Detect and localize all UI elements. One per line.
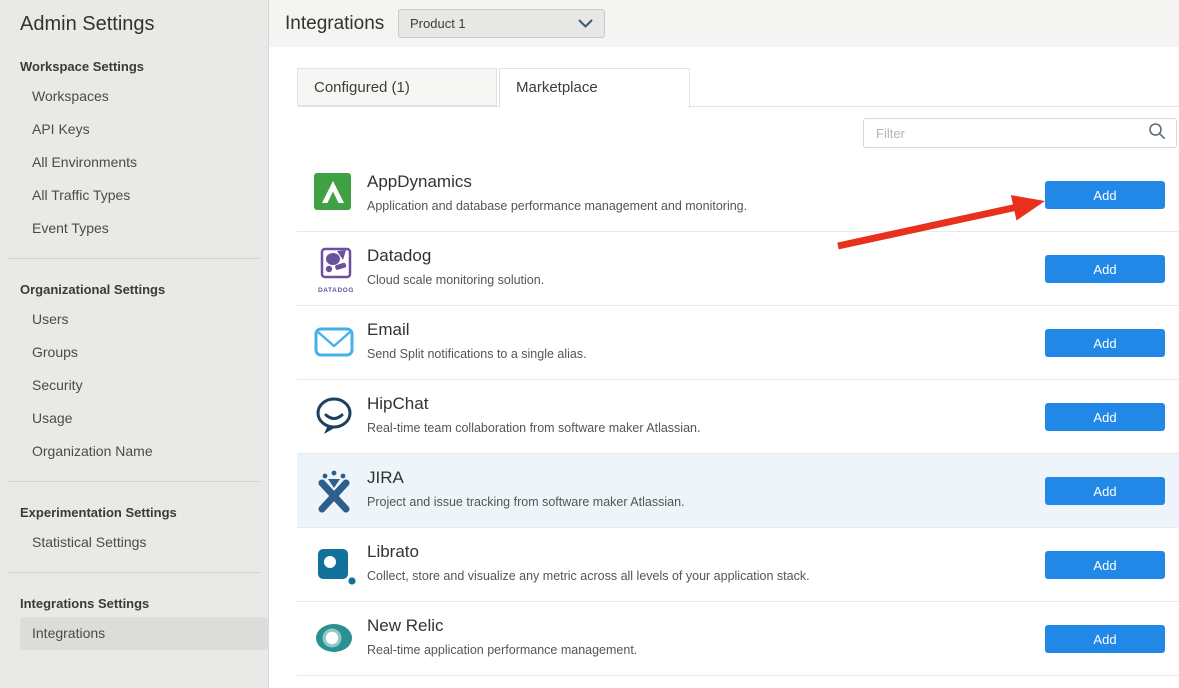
sidebar-item-event-types[interactable]: Event Types [0, 212, 268, 245]
tab-marketplace[interactable]: Marketplace [499, 68, 690, 108]
add-datadog-button[interactable]: Add [1045, 255, 1165, 283]
sidebar-item-api-keys[interactable]: API Keys [0, 113, 268, 146]
sidebar-heading-integrations-settings: Integrations Settings [20, 596, 268, 611]
sidebar-heading-organizational-settings: Organizational Settings [20, 282, 268, 297]
integration-row-hipchat: HipChat Real-time team collaboration fro… [297, 380, 1179, 454]
integration-description: Cloud scale monitoring solution. [367, 273, 544, 287]
sidebar-item-users[interactable]: Users [0, 303, 268, 336]
hipchat-bubble-icon [314, 395, 358, 441]
integration-list: AppDynamics Application and database per… [297, 158, 1179, 676]
integration-description: Real-time team collaboration from softwa… [367, 421, 700, 435]
sidebar-heading-workspace-settings: Workspace Settings [20, 59, 268, 74]
integration-row-datadog: DATADOG Datadog Cloud scale monitoring s… [297, 232, 1179, 306]
page-title: Integrations [285, 0, 384, 47]
sidebar-item-groups[interactable]: Groups [0, 336, 268, 369]
add-hipchat-button[interactable]: Add [1045, 403, 1165, 431]
sidebar-heading-experimentation-settings: Experimentation Settings [20, 505, 268, 520]
integration-name: JIRA [367, 468, 404, 488]
integration-name: Librato [367, 542, 419, 562]
sidebar-item-integrations[interactable]: Integrations [20, 617, 268, 650]
add-email-button[interactable]: Add [1045, 329, 1165, 357]
integration-description: Project and issue tracking from software… [367, 495, 685, 509]
sidebar-item-usage[interactable]: Usage [0, 402, 268, 435]
add-newrelic-button[interactable]: Add [1045, 625, 1165, 653]
integration-name: AppDynamics [367, 172, 472, 192]
filter-input[interactable] [864, 126, 1148, 141]
integration-name: Datadog [367, 246, 431, 266]
sidebar-title: Admin Settings [20, 13, 268, 36]
integration-description: Collect, store and visualize any metric … [367, 569, 810, 583]
integration-row-jira: JIRA Project and issue tracking from sof… [297, 454, 1179, 528]
sidebar-divider [8, 572, 260, 573]
sidebar-divider [8, 258, 260, 259]
filter-field-container [863, 118, 1177, 148]
datadog-wordmark: DATADOG [314, 287, 358, 294]
sidebar-item-workspaces[interactable]: Workspaces [0, 80, 268, 113]
sidebar-item-security[interactable]: Security [0, 369, 268, 402]
product-selector-value: Product 1 [410, 16, 466, 31]
integration-description: Application and database performance man… [367, 199, 747, 213]
admin-sidebar: Admin Settings Workspace Settings Worksp… [0, 0, 269, 688]
sidebar-item-all-traffic-types[interactable]: All Traffic Types [0, 179, 268, 212]
librato-icon [314, 543, 358, 589]
email-envelope-icon [314, 321, 358, 367]
integration-name: HipChat [367, 394, 428, 414]
search-icon [1148, 122, 1166, 145]
datadog-icon: DATADOG [314, 247, 358, 293]
sidebar-item-all-environments[interactable]: All Environments [0, 146, 268, 179]
integration-row-librato: Librato Collect, store and visualize any… [297, 528, 1179, 602]
product-selector-dropdown[interactable]: Product 1 [398, 9, 605, 38]
integration-row-appdynamics: AppDynamics Application and database per… [297, 158, 1179, 232]
integration-row-newrelic: New Relic Real-time application performa… [297, 602, 1179, 676]
integration-description: Real-time application performance manage… [367, 643, 637, 657]
page-header: Integrations Product 1 [269, 0, 1179, 47]
jira-icon [314, 469, 358, 515]
integration-description: Send Split notifications to a single ali… [367, 347, 587, 361]
integration-row-email: Email Send Split notifications to a sing… [297, 306, 1179, 380]
chevron-down-icon [578, 15, 593, 33]
integration-name: Email [367, 320, 410, 340]
tab-configured[interactable]: Configured (1) [297, 68, 497, 106]
sidebar-item-statistical-settings[interactable]: Statistical Settings [0, 526, 268, 559]
sidebar-divider [8, 481, 260, 482]
appdynamics-icon [314, 173, 358, 219]
add-appdynamics-button[interactable]: Add [1045, 181, 1165, 209]
newrelic-icon [314, 617, 358, 663]
add-jira-button[interactable]: Add [1045, 477, 1165, 505]
add-librato-button[interactable]: Add [1045, 551, 1165, 579]
integration-name: New Relic [367, 616, 444, 636]
sidebar-item-organization-name[interactable]: Organization Name [0, 435, 268, 468]
tab-bar: Configured (1) Marketplace [297, 68, 1179, 107]
